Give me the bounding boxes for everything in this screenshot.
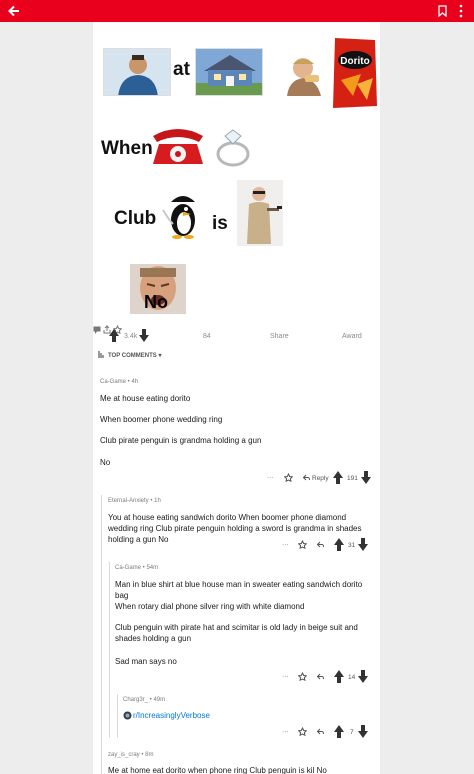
comment-line: Man in blue shirt at blue house man in s… bbox=[115, 580, 363, 600]
more-options-icon[interactable]: ··· bbox=[267, 474, 274, 481]
reply-icon[interactable] bbox=[317, 673, 324, 680]
downvote-icon[interactable] bbox=[361, 471, 371, 485]
top-comments-label: TOP COMMENTS ▾ bbox=[108, 353, 162, 359]
comment-score: 14 bbox=[348, 674, 356, 681]
comment-meta[interactable]: Ca-Game • 4h bbox=[100, 379, 138, 385]
thread-line[interactable] bbox=[117, 694, 118, 738]
app-bar bbox=[0, 0, 474, 22]
comment-action-row: ··· 14 bbox=[278, 669, 378, 687]
more-options-icon[interactable]: ··· bbox=[282, 541, 289, 548]
boy-eating-sandwich-picture bbox=[283, 50, 329, 96]
award-icon[interactable] bbox=[298, 727, 307, 736]
comment-score: 7 bbox=[350, 729, 354, 736]
subreddit-link[interactable]: r/IncreasinglyVerbose bbox=[133, 711, 210, 720]
meme-overlay-no: No bbox=[144, 292, 168, 312]
grandma-with-gun-picture bbox=[237, 180, 283, 246]
thread-line[interactable] bbox=[109, 562, 110, 738]
reply-button[interactable]: Reply bbox=[312, 475, 329, 482]
crying-man-picture: No bbox=[130, 264, 186, 314]
share-button[interactable]: Share bbox=[270, 333, 289, 340]
reply-icon[interactable] bbox=[317, 728, 324, 735]
bookmark-icon[interactable] bbox=[438, 5, 447, 17]
downvote-icon[interactable] bbox=[358, 538, 368, 552]
dorito-bag-picture: Dorito bbox=[331, 36, 379, 110]
award-button[interactable]: Award bbox=[342, 333, 362, 340]
smiling-man-picture bbox=[103, 48, 171, 96]
comment-score: 191 bbox=[347, 475, 358, 482]
comment-meta[interactable]: Eternal-Anxiety • 1h bbox=[108, 498, 161, 504]
comment-score: 31 bbox=[348, 542, 356, 549]
upvote-icon[interactable] bbox=[334, 670, 344, 684]
comment-line: When rotary dial phone silver ring with … bbox=[115, 602, 305, 611]
comment-line: No bbox=[100, 458, 111, 467]
upvote-icon[interactable] bbox=[334, 725, 344, 739]
comment-line: Me at house eating dorito bbox=[100, 394, 191, 403]
post-image[interactable]: at Dorito When Club is No bbox=[93, 22, 380, 372]
comment-body: Me at home eat dorito when phone ring Cl… bbox=[108, 766, 327, 774]
upvote-icon[interactable] bbox=[334, 538, 344, 552]
comment-bubble-icon[interactable] bbox=[93, 326, 101, 334]
comment-line: Club penguin with pirate hat and scimita… bbox=[115, 623, 358, 643]
post-comment-count[interactable]: 84 bbox=[203, 333, 211, 340]
sort-icon bbox=[98, 351, 104, 358]
post-action-bar: 3.4k 84 Share Award bbox=[93, 324, 380, 351]
upvote-icon[interactable] bbox=[333, 471, 343, 485]
meme-word-when: When bbox=[101, 138, 153, 159]
post-upvote-icon[interactable] bbox=[109, 329, 119, 343]
more-options-icon[interactable]: ··· bbox=[282, 728, 289, 735]
back-arrow-icon[interactable] bbox=[6, 3, 22, 19]
subreddit-avatar-icon bbox=[123, 711, 132, 720]
reply-icon[interactable] bbox=[303, 474, 310, 481]
svg-text:Dorito: Dorito bbox=[340, 56, 369, 67]
comment-line: When boomer phone wedding ring bbox=[100, 415, 223, 424]
comment-action-row: ··· 31 bbox=[278, 537, 378, 555]
award-icon[interactable] bbox=[298, 540, 307, 549]
meme-word-at: at bbox=[173, 59, 190, 80]
diamond-ring-picture bbox=[211, 124, 257, 170]
post-downvote-icon[interactable] bbox=[139, 329, 149, 343]
meme-word-club: Club bbox=[114, 208, 157, 229]
comment-meta[interactable]: zay_is_cray • 8m bbox=[108, 752, 153, 758]
comment-meta[interactable]: Ca-Game • 54m bbox=[115, 565, 158, 571]
comment-action-row: ··· Reply 191 bbox=[263, 470, 380, 488]
thread-line[interactable] bbox=[101, 495, 102, 774]
comments-section: Ca-Game • 4h Me at house eating dorito W… bbox=[93, 372, 380, 774]
more-options-icon[interactable]: ··· bbox=[282, 673, 289, 680]
blue-house-picture bbox=[195, 48, 263, 96]
downvote-icon[interactable] bbox=[358, 725, 368, 739]
downvote-icon[interactable] bbox=[358, 670, 368, 684]
comment-meta[interactable]: Charg3r_ • 49m bbox=[123, 697, 165, 703]
comment-line: Club pirate penguin is grandma holding a… bbox=[100, 436, 262, 445]
more-options-icon[interactable] bbox=[458, 4, 464, 18]
award-icon[interactable] bbox=[284, 473, 293, 482]
award-icon[interactable] bbox=[298, 672, 307, 681]
pirate-penguin-picture bbox=[159, 190, 207, 240]
comment-action-row: ··· 7 bbox=[278, 724, 378, 742]
rotary-phone-picture bbox=[149, 124, 207, 166]
reply-icon[interactable] bbox=[317, 541, 324, 548]
meme-word-is: is bbox=[212, 213, 228, 234]
post-vote-count: 3.4k bbox=[124, 333, 138, 340]
comment-line: Sad man says no bbox=[115, 657, 177, 666]
